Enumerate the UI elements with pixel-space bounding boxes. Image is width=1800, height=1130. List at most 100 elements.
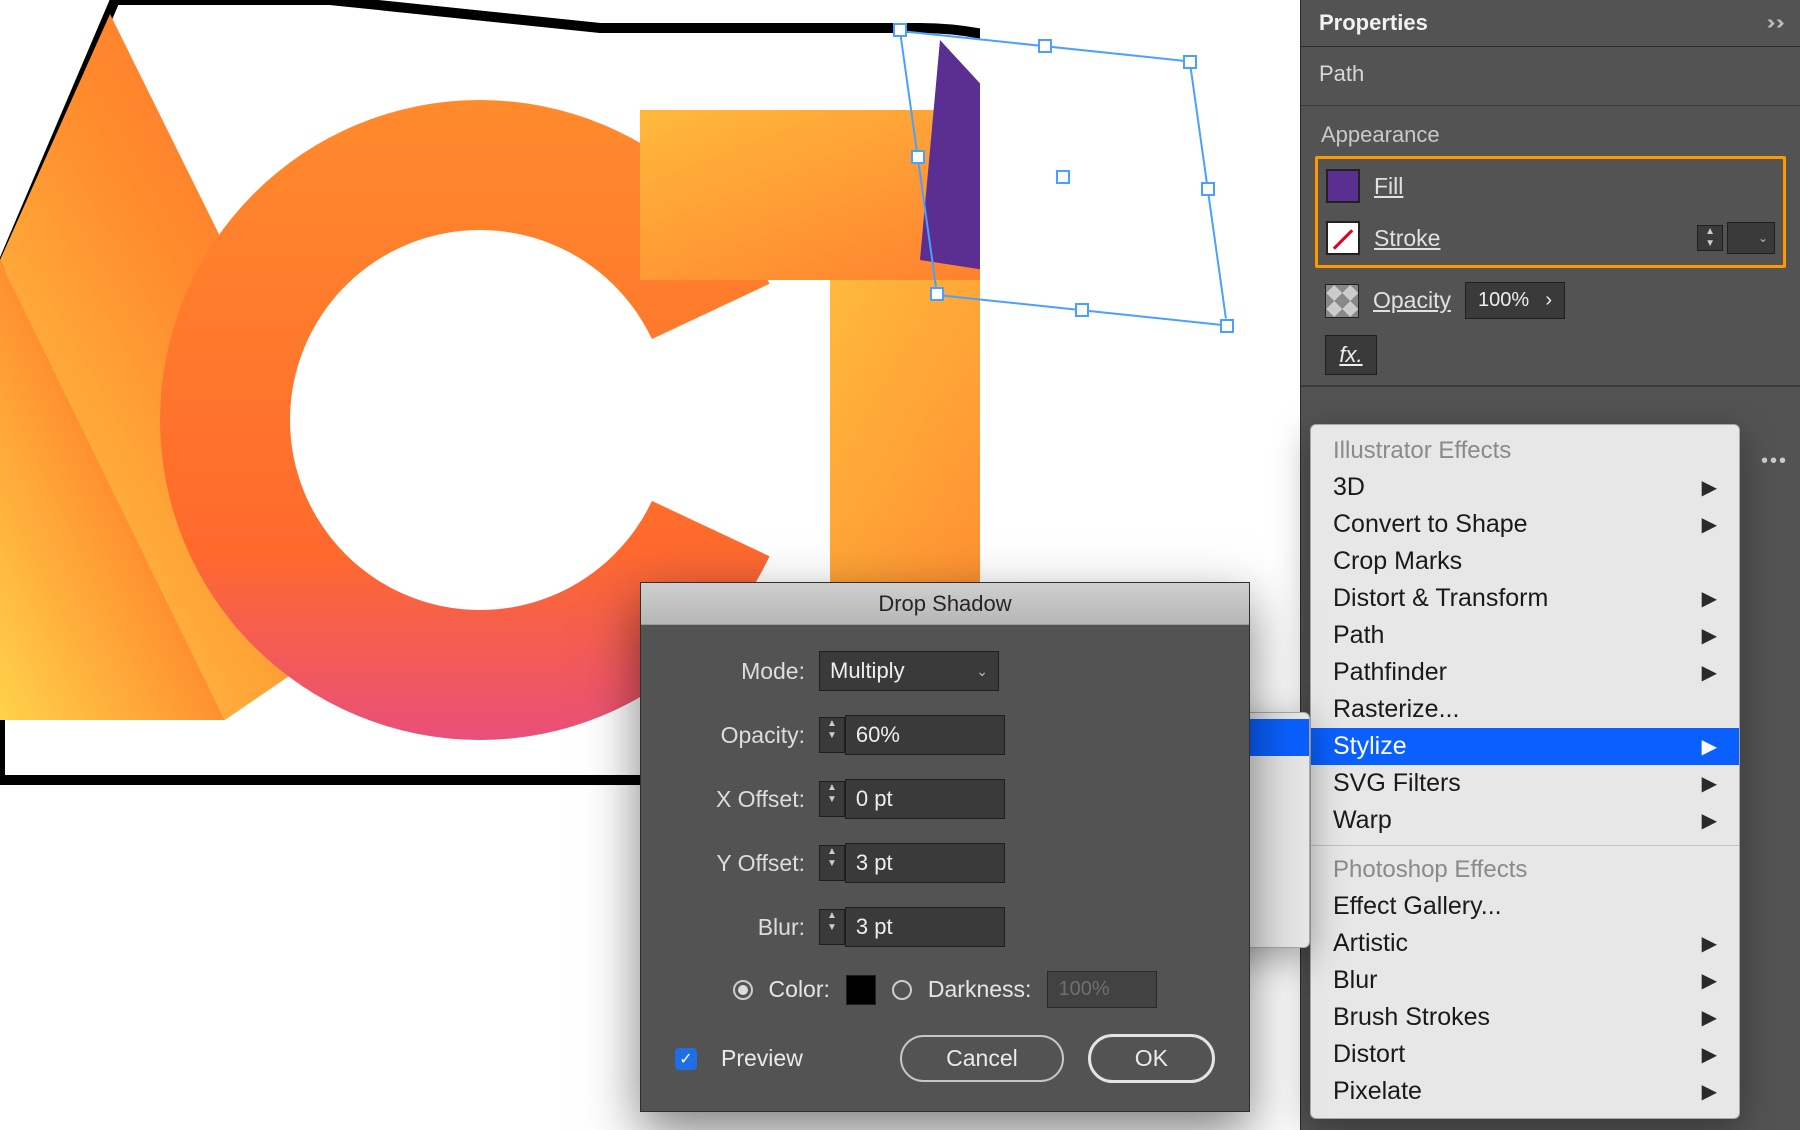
effects-item-label: Distort	[1333, 1040, 1405, 1069]
effects-group2-title: Photoshop Effects	[1311, 852, 1739, 888]
panel-collapse-icon[interactable]: ››	[1766, 12, 1785, 35]
effects-item-pixelate[interactable]: Pixelate ▶	[1311, 1073, 1739, 1110]
effects-item-label: SVG Filters	[1333, 769, 1461, 798]
effects-item-3d[interactable]: 3D ▶	[1311, 469, 1739, 506]
menu-separator	[1311, 845, 1739, 846]
submenu-arrow-icon: ▶	[1702, 808, 1717, 833]
color-label: Color:	[769, 976, 830, 1003]
blur-label: Blur:	[675, 914, 805, 941]
effects-item-stylize[interactable]: Stylize ▶	[1311, 728, 1739, 765]
darkness-label: Darkness:	[928, 976, 1032, 1003]
fill-row[interactable]: Fill	[1324, 165, 1777, 207]
mode-value: Multiply	[830, 658, 905, 684]
submenu-arrow-icon: ▶	[1702, 586, 1717, 611]
submenu-arrow-icon: ▶	[1702, 968, 1717, 993]
darkness-radio[interactable]	[892, 980, 912, 1000]
opacity-stepper[interactable]: ▲▼	[819, 717, 845, 753]
panel-options-icon[interactable]: •••	[1761, 450, 1788, 473]
effects-item-label: Stylize	[1333, 732, 1407, 761]
mode-select[interactable]: Multiply ⌄	[819, 651, 999, 691]
x-offset-input[interactable]: 0 pt	[845, 779, 1005, 819]
y-offset-input[interactable]: 3 pt	[845, 843, 1005, 883]
blur-input[interactable]: 3 pt	[845, 907, 1005, 947]
selected-purple-triangle[interactable]	[920, 40, 980, 300]
fill-swatch[interactable]	[1326, 169, 1360, 203]
preview-checkbox[interactable]: ✓	[675, 1048, 697, 1070]
opacity-swatch[interactable]	[1325, 284, 1359, 318]
effects-item-svg-filters[interactable]: SVG Filters ▶	[1311, 765, 1739, 802]
effects-item-brush-strokes[interactable]: Brush Strokes ▶	[1311, 999, 1739, 1036]
stroke-row[interactable]: Stroke ▲▼ ⌄	[1324, 217, 1777, 259]
effects-item-warp[interactable]: Warp ▶	[1311, 802, 1739, 839]
dialog-opacity-label: Opacity:	[675, 722, 805, 749]
submenu-arrow-icon: ▶	[1702, 512, 1717, 537]
submenu-arrow-icon: ▶	[1702, 771, 1717, 796]
opacity-input[interactable]: 60%	[845, 715, 1005, 755]
effects-group1-title: Illustrator Effects	[1311, 433, 1739, 469]
effects-item-label: Rasterize...	[1333, 695, 1459, 724]
effects-menu: Illustrator Effects 3D ▶ Convert to Shape ▶…	[1310, 424, 1740, 1119]
effects-item-rasterize[interactable]: Rasterize...	[1311, 691, 1739, 728]
stroke-weight-stepper[interactable]: ▲▼	[1697, 225, 1723, 251]
appearance-highlight-box: Fill Stroke ▲▼ ⌄	[1315, 156, 1786, 268]
color-swatch[interactable]	[846, 975, 876, 1005]
y-offset-label: Y Offset:	[675, 850, 805, 877]
x-offset-label: X Offset:	[675, 786, 805, 813]
submenu-arrow-icon: ▶	[1702, 1005, 1717, 1030]
cancel-button[interactable]: Cancel	[900, 1035, 1064, 1082]
effects-item-distort[interactable]: Distort ▶	[1311, 1036, 1739, 1073]
effects-item-label: Pixelate	[1333, 1077, 1422, 1106]
stroke-label: Stroke	[1374, 225, 1440, 252]
opacity-label: Opacity	[1373, 287, 1451, 314]
mode-label: Mode:	[675, 658, 805, 685]
submenu-arrow-icon: ▶	[1702, 475, 1717, 500]
effects-item-label: Warp	[1333, 806, 1392, 835]
effects-item-label: Effect Gallery...	[1333, 892, 1502, 921]
effects-item-label: Pathfinder	[1333, 658, 1447, 687]
effects-item-label: Crop Marks	[1333, 547, 1462, 576]
color-radio[interactable]	[733, 980, 753, 1000]
submenu-arrow-icon: ▶	[1702, 1042, 1717, 1067]
effects-item-label: 3D	[1333, 473, 1365, 502]
effects-item-convert-to-shape[interactable]: Convert to Shape ▶	[1311, 506, 1739, 543]
appearance-section-label: Appearance	[1301, 106, 1800, 156]
effects-item-artistic[interactable]: Artistic ▶	[1311, 925, 1739, 962]
effects-item-blur[interactable]: Blur ▶	[1311, 962, 1739, 999]
submenu-arrow-icon: ▶	[1702, 1079, 1717, 1104]
submenu-arrow-icon: ▶	[1702, 931, 1717, 956]
fill-label: Fill	[1374, 173, 1403, 200]
chevron-right-icon: ›	[1545, 289, 1552, 312]
blur-stepper[interactable]: ▲▼	[819, 909, 845, 945]
effects-item-label: Artistic	[1333, 929, 1408, 958]
fx-label: fx.	[1339, 342, 1362, 368]
effects-item-label: Blur	[1333, 966, 1377, 995]
effects-item-label: Path	[1333, 621, 1384, 650]
effects-item-crop-marks[interactable]: Crop Marks	[1311, 543, 1739, 580]
opacity-row: Opacity 100% ›	[1301, 278, 1800, 327]
submenu-arrow-icon: ▶	[1702, 734, 1717, 759]
panel-title: Properties	[1319, 10, 1428, 36]
effects-item-pathfinder[interactable]: Pathfinder ▶	[1311, 654, 1739, 691]
effects-item-effect-gallery[interactable]: Effect Gallery...	[1311, 888, 1739, 925]
chevron-down-icon: ⌄	[976, 663, 988, 680]
stroke-weight-dropdown[interactable]: ⌄	[1727, 222, 1775, 254]
y-offset-stepper[interactable]: ▲▼	[819, 845, 845, 881]
x-offset-stepper[interactable]: ▲▼	[819, 781, 845, 817]
panel-object-type: Path	[1301, 47, 1800, 106]
preview-label: Preview	[721, 1045, 803, 1072]
dialog-title: Drop Shadow	[641, 583, 1249, 625]
darkness-input: 100%	[1047, 971, 1157, 1008]
effects-item-label: Convert to Shape	[1333, 510, 1528, 539]
ok-button[interactable]: OK	[1088, 1034, 1215, 1083]
opacity-value-field[interactable]: 100% ›	[1465, 282, 1565, 319]
submenu-arrow-icon: ▶	[1702, 660, 1717, 685]
stroke-swatch[interactable]	[1326, 221, 1360, 255]
opacity-value-text: 100%	[1478, 289, 1529, 312]
fx-button[interactable]: fx.	[1325, 335, 1377, 375]
submenu-arrow-icon: ▶	[1702, 623, 1717, 648]
drop-shadow-dialog: Drop Shadow Mode: Multiply ⌄ Opacity: ▲▼…	[640, 582, 1250, 1112]
effects-item-distort-transform[interactable]: Distort & Transform ▶	[1311, 580, 1739, 617]
effects-item-label: Brush Strokes	[1333, 1003, 1490, 1032]
effects-item-path[interactable]: Path ▶	[1311, 617, 1739, 654]
effects-item-label: Distort & Transform	[1333, 584, 1548, 613]
